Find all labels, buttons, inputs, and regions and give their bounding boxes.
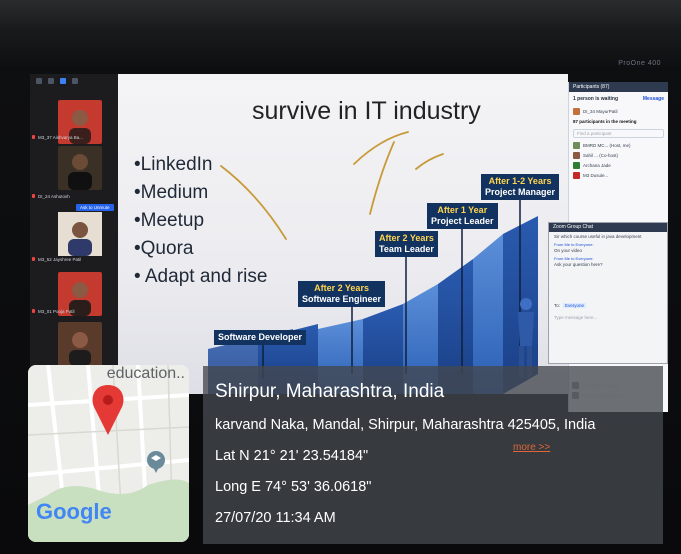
career-step-label: Software Developer bbox=[214, 330, 307, 345]
chat-text: Ask your question here? bbox=[554, 262, 603, 267]
chat-recipient: To: Everyone bbox=[554, 303, 587, 308]
video-gallery-panel: M3_37 Aishvarya Ba... DI_24 Ashutosh Ask… bbox=[30, 74, 118, 374]
slide-bullet-list: •LinkedIn •Medium •Meetup •Quora • Adapt… bbox=[134, 151, 267, 291]
map-thumbnail[interactable]: education.. Google bbox=[28, 365, 189, 542]
gallery-toolbar bbox=[30, 74, 118, 88]
longitude: Long E 74° 53' 36.0618" bbox=[215, 479, 372, 495]
unmute-tooltip[interactable]: Ask to Unmute bbox=[76, 204, 114, 211]
avatar bbox=[573, 151, 580, 159]
waiting-text: 1 person is waiting bbox=[573, 96, 619, 102]
recipient-dropdown[interactable]: Everyone bbox=[563, 303, 587, 308]
tile-name-3: M3_52 Jayshree Patil bbox=[38, 257, 82, 262]
waiting-room-bar: 1 person is waiting Message bbox=[569, 92, 668, 106]
participant-name: BMRD MC... (Host, me) bbox=[583, 142, 631, 148]
to-label: To: bbox=[554, 303, 561, 308]
avatar bbox=[573, 161, 580, 169]
participant-row[interactable]: BMRD MC... (Host, me) bbox=[569, 140, 668, 150]
monitor-bezel bbox=[0, 0, 681, 70]
bullet-item: •Medium bbox=[134, 182, 209, 203]
career-step-label: After 2 Years Team Leader bbox=[375, 231, 438, 257]
bullet-item: •Meetup bbox=[134, 210, 205, 231]
minimize-icon[interactable] bbox=[48, 78, 54, 84]
step-year: After 2 Years bbox=[379, 233, 434, 243]
participants-header: Participants (87) bbox=[569, 82, 668, 92]
participant-name: Sahil ... (Co-host) bbox=[583, 152, 619, 158]
chat-message: From Me to Everyone: On your video bbox=[549, 240, 667, 254]
mic-muted-icon bbox=[32, 135, 35, 139]
tile-name-4: M3_01 Pooja Patil bbox=[38, 309, 75, 314]
chat-message: From Me to Everyone: Ask your question h… bbox=[549, 254, 667, 268]
step-title: Software Developer bbox=[218, 332, 303, 342]
participant-row[interactable]: Sahil ... (Co-host) bbox=[569, 150, 668, 160]
more-link[interactable]: more >> bbox=[513, 442, 550, 453]
slide-title: survive in IT industry bbox=[252, 97, 481, 125]
step-title: Project Leader bbox=[431, 216, 494, 226]
timestamp: 27/07/20 11:34 AM bbox=[215, 510, 336, 526]
person-silhouette-icon bbox=[58, 212, 102, 256]
avatar bbox=[573, 171, 580, 179]
participant-row[interactable]: M3 Dusule... bbox=[569, 170, 668, 180]
chat-text: Sir which course useful in java developm… bbox=[554, 234, 642, 239]
bullet-item: • Adapt and rise bbox=[134, 266, 268, 287]
step-year: After 2 Years bbox=[314, 283, 369, 293]
step-title: Project Manager bbox=[485, 187, 556, 197]
in-meeting-count: 87 participants in the meeting bbox=[573, 119, 637, 124]
tile-name-2: DI_24 Ashutosh bbox=[38, 194, 70, 199]
participant-name: M3 Dusule... bbox=[583, 172, 609, 178]
map-place-label: education.. bbox=[106, 365, 185, 382]
chat-text: On your video bbox=[554, 248, 583, 253]
location-title: Shirpur, Maharashtra, India bbox=[215, 381, 445, 402]
location-address: karvand Naka, Mandal, Shirpur, Maharasht… bbox=[215, 417, 596, 433]
career-step-label: After 1 Year Project Leader bbox=[427, 203, 498, 229]
video-tile-5[interactable] bbox=[58, 322, 102, 366]
chat-message-input[interactable]: Type message here... bbox=[554, 315, 597, 320]
speaker-view-icon[interactable] bbox=[60, 78, 66, 84]
mic-muted-icon bbox=[32, 257, 35, 261]
career-step-label: After 2 Years Software Engineer bbox=[298, 281, 386, 307]
participant-name: Archana Jade bbox=[583, 162, 611, 168]
participant-search-input[interactable]: Find a participant bbox=[573, 129, 664, 138]
expand-icon[interactable] bbox=[72, 78, 78, 84]
career-step-label: After 1-2 Years Project Manager bbox=[481, 174, 560, 200]
avatar bbox=[573, 107, 580, 115]
latitude: Lat N 21° 21' 23.54184" bbox=[215, 448, 369, 464]
message-button[interactable]: Message bbox=[643, 96, 664, 102]
monitor-brand: ProOne 400 bbox=[618, 60, 661, 67]
participant-name: DI_34 MayurPatil bbox=[583, 108, 618, 114]
step-title: Team Leader bbox=[379, 244, 434, 254]
grid-icon[interactable] bbox=[36, 78, 42, 84]
participant-row[interactable]: Archana Jade bbox=[569, 160, 668, 170]
bullet-item: •Quora bbox=[134, 238, 194, 259]
step-title: Software Engineer bbox=[302, 294, 382, 304]
mic-muted-icon bbox=[32, 194, 35, 198]
mic-muted-icon bbox=[32, 309, 35, 313]
step-year: After 1-2 Years bbox=[488, 176, 552, 186]
chat-header: Zoom Group Chat bbox=[549, 223, 667, 232]
video-tile-2[interactable] bbox=[58, 146, 102, 190]
photo-stage: ProOne 400 M3_37 Aishvarya Ba... DI_24 A… bbox=[0, 0, 681, 554]
video-tile-3[interactable] bbox=[58, 212, 102, 256]
google-logo: Google bbox=[36, 499, 112, 524]
person-silhouette-icon bbox=[69, 332, 91, 366]
tile-name-1: M3_37 Aishvarya Ba... bbox=[38, 135, 84, 140]
step-year: After 1 Year bbox=[437, 205, 488, 215]
avatar bbox=[573, 141, 580, 149]
waiting-participant[interactable]: DI_34 MayurPatil bbox=[569, 106, 668, 116]
person-silhouette-icon bbox=[68, 154, 92, 190]
group-chat-panel: Zoom Group Chat Sir which course useful … bbox=[548, 222, 668, 364]
chat-message: Sir which course useful in java developm… bbox=[549, 232, 667, 240]
bullet-item: •LinkedIn bbox=[134, 154, 213, 175]
